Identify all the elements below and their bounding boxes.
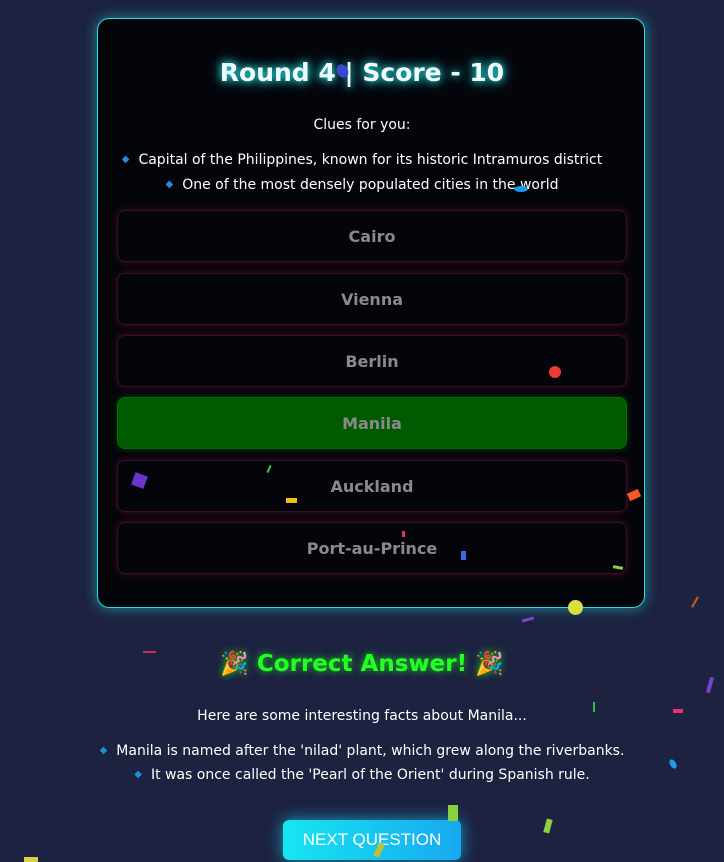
diamond-bullet-icon: ◆ (134, 769, 142, 780)
fact-text: It was once called the 'Pearl of the Ori… (150, 767, 590, 783)
answer-option-manila[interactable]: Manila (117, 397, 627, 449)
next-question-button[interactable]: NEXT QUESTION (283, 820, 461, 860)
answer-option-cairo[interactable]: Cairo (117, 210, 627, 262)
answer-option-auckland[interactable]: Auckland (117, 460, 627, 512)
confetti-piece (691, 596, 699, 608)
diamond-bullet-icon: ◆ (165, 179, 174, 190)
facts-heading: Here are some interesting facts about Ma… (197, 708, 527, 724)
confetti-piece (448, 805, 458, 821)
clue-text: One of the most densely populated cities… (182, 177, 559, 193)
diamond-bullet-icon: ◆ (99, 745, 108, 756)
fact-text: Manila is named after the 'nilad' plant,… (116, 743, 625, 759)
fact-item: ◆ It was once called the 'Pearl of the Or… (0, 767, 724, 783)
confetti-piece (521, 616, 535, 623)
fact-item: ◆ Manila is named after the 'nilad' plant… (0, 743, 724, 759)
confetti-piece (705, 676, 715, 694)
clue-item: ◆ Capital of the Philippines, known for i… (0, 152, 724, 168)
diamond-bullet-icon: ◆ (121, 154, 130, 165)
confetti-piece (24, 857, 38, 862)
clue-item: ◆ One of the most densely populated citie… (0, 177, 724, 193)
answer-option-port-au-prince[interactable]: Port-au-Prince (117, 522, 627, 574)
round-score-title: Round 4 | Score - 10 (219, 58, 505, 87)
clue-text: Capital of the Philippines, known for it… (138, 152, 603, 168)
correct-answer-heading: 🎉 Correct Answer! 🎉 (220, 651, 504, 677)
answer-option-vienna[interactable]: Vienna (117, 273, 627, 325)
clues-heading: Clues for you: (313, 117, 411, 133)
confetti-piece (543, 818, 553, 834)
answer-option-berlin[interactable]: Berlin (117, 335, 627, 387)
